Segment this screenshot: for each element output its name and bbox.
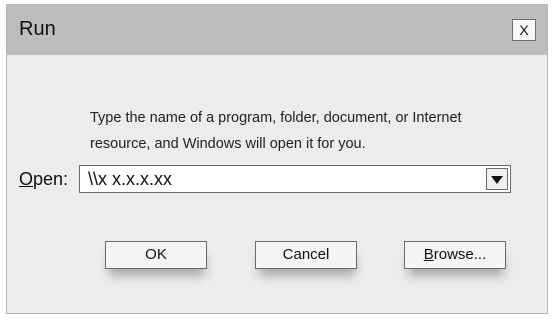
browse-label-rest: rowse... <box>433 246 487 263</box>
open-input[interactable]: \\x x.x.x.xx <box>88 169 172 190</box>
window-title: Run <box>19 18 56 40</box>
browse-mnemonic: B <box>423 246 434 263</box>
title-bar[interactable]: Run X <box>7 5 547 55</box>
run-dialog: Run X Type the name of a program, folder… <box>6 4 548 314</box>
open-combobox[interactable]: \\x x.x.x.xx <box>79 165 511 193</box>
chevron-down-icon <box>491 176 503 184</box>
open-label: Open: <box>19 169 68 190</box>
description-text: Type the name of a program, folder, docu… <box>90 105 530 157</box>
dropdown-button[interactable] <box>486 168 508 190</box>
description-line-1: Type the name of a program, folder, docu… <box>90 110 462 126</box>
ok-button[interactable]: OK <box>105 241 207 269</box>
browse-button[interactable]: Browse... <box>404 241 506 269</box>
open-label-rest: pen: <box>33 169 69 189</box>
open-label-mnemonic: O <box>19 169 34 189</box>
description-line-2: resource, and Windows will open it for y… <box>90 136 366 152</box>
cancel-button[interactable]: Cancel <box>255 241 357 269</box>
close-button[interactable]: X <box>512 19 536 41</box>
